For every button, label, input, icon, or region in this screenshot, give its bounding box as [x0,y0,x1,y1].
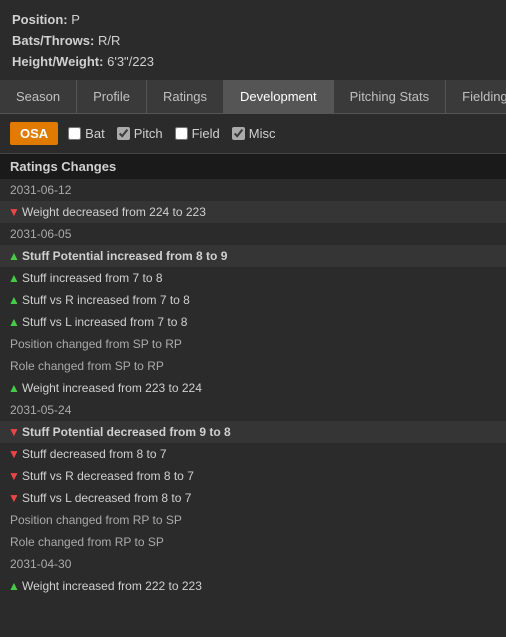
change-text: Stuff vs R increased from 7 to 8 [22,293,190,307]
change-row: ▼Stuff decreased from 8 to 7 [0,443,506,465]
date-row: 2031-06-05 [0,223,506,245]
checkbox-label-misc[interactable]: Misc [232,126,276,141]
change-row: ▲Weight increased from 223 to 224 [0,377,506,399]
position-value: P [71,12,80,27]
arrow-down-icon: ▼ [8,447,20,461]
change-row: ▼Weight decreased from 224 to 223 [0,201,506,223]
tabs-bar: SeasonProfileRatingsDevelopmentPitching … [0,80,506,114]
height-weight-label: Height/Weight: [12,54,103,69]
bats-throws-label: Bats/Throws: [12,33,94,48]
arrow-up-icon: ▲ [8,579,20,593]
checkbox-text-field: Field [192,126,220,141]
change-text: Stuff vs L increased from 7 to 8 [22,315,187,329]
date-row: 2031-04-30 [0,553,506,575]
change-row: ▲Stuff Potential increased from 8 to 9 [0,245,506,267]
tab-profile[interactable]: Profile [77,80,147,113]
neutral-row: Role changed from SP to RP [0,355,506,377]
checkbox-pitch[interactable] [117,127,130,140]
checkbox-label-field[interactable]: Field [175,126,220,141]
player-info: Position: P Bats/Throws: R/R Height/Weig… [0,0,506,80]
change-text: Weight increased from 223 to 224 [22,381,202,395]
checkbox-bat[interactable] [68,127,81,140]
change-text: Stuff decreased from 8 to 7 [22,447,167,461]
arrow-up-icon: ▲ [8,293,20,307]
position-label: Position: [12,12,68,27]
checkbox-group: Bat Pitch Field Misc [68,126,275,141]
ratings-section: Ratings Changes 2031-06-12▼Weight decrea… [0,154,506,597]
change-text: Stuff increased from 7 to 8 [22,271,163,285]
checkbox-label-bat[interactable]: Bat [68,126,105,141]
checkbox-misc[interactable] [232,127,245,140]
arrow-up-icon: ▲ [8,271,20,285]
checkbox-text-pitch: Pitch [134,126,163,141]
change-text: Stuff vs L decreased from 8 to 7 [22,491,191,505]
tab-season[interactable]: Season [0,80,77,113]
change-row: ▼Stuff vs L decreased from 8 to 7 [0,487,506,509]
date-row: 2031-05-24 [0,399,506,421]
bats-throws-value: R/R [98,33,120,48]
arrow-up-icon: ▲ [8,249,20,263]
arrow-up-icon: ▲ [8,315,20,329]
change-row: ▼Stuff Potential decreased from 9 to 8 [0,421,506,443]
checkbox-text-bat: Bat [85,126,105,141]
change-text: Stuff Potential increased from 8 to 9 [22,249,227,263]
arrow-down-icon: ▼ [8,205,20,219]
checkbox-text-misc: Misc [249,126,276,141]
change-text: Stuff vs R decreased from 8 to 7 [22,469,194,483]
neutral-row: Position changed from RP to SP [0,509,506,531]
tab-ratings[interactable]: Ratings [147,80,224,113]
change-row: ▲Weight increased from 222 to 223 [0,575,506,597]
filter-bar: OSA Bat Pitch Field Misc [0,114,506,154]
arrow-down-icon: ▼ [8,491,20,505]
checkbox-field[interactable] [175,127,188,140]
ratings-changes-header: Ratings Changes [0,154,506,179]
arrow-up-icon: ▲ [8,381,20,395]
change-row: ▼Stuff vs R decreased from 8 to 7 [0,465,506,487]
arrow-down-icon: ▼ [8,425,20,439]
change-row: ▲Stuff increased from 7 to 8 [0,267,506,289]
checkbox-label-pitch[interactable]: Pitch [117,126,163,141]
height-weight-value: 6'3"/223 [107,54,154,69]
neutral-row: Position changed from SP to RP [0,333,506,355]
tab-fielding-s[interactable]: Fielding S [446,80,506,113]
bats-throws-line: Bats/Throws: R/R [12,31,494,52]
change-row: ▲Stuff vs L increased from 7 to 8 [0,311,506,333]
position-line: Position: P [12,10,494,31]
arrow-down-icon: ▼ [8,469,20,483]
height-weight-line: Height/Weight: 6'3"/223 [12,52,494,73]
change-text: Weight increased from 222 to 223 [22,579,202,593]
tab-pitching-stats[interactable]: Pitching Stats [334,80,447,113]
neutral-row: Role changed from RP to SP [0,531,506,553]
change-row: ▲Stuff vs R increased from 7 to 8 [0,289,506,311]
change-text: Weight decreased from 224 to 223 [22,205,206,219]
change-text: Stuff Potential decreased from 9 to 8 [22,425,231,439]
date-row: 2031-06-12 [0,179,506,201]
osa-button[interactable]: OSA [10,122,58,145]
tab-development[interactable]: Development [224,80,334,113]
